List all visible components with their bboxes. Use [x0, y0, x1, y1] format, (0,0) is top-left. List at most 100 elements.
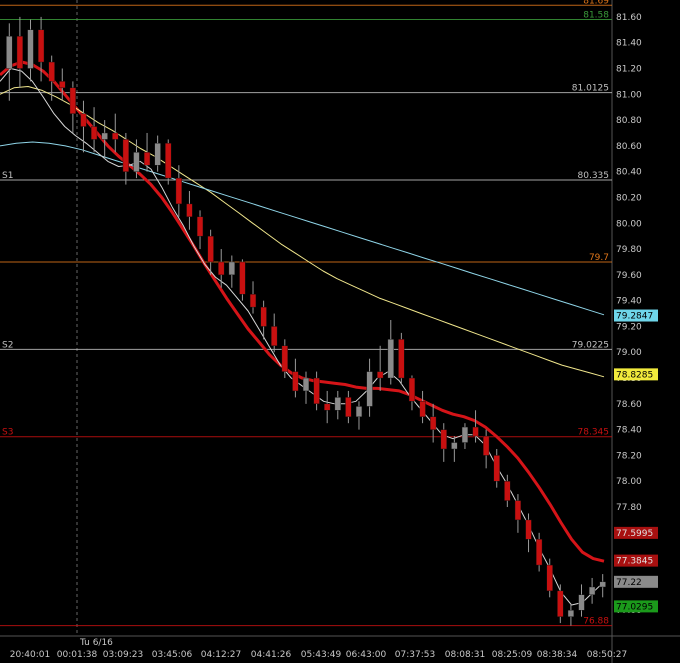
- candle-body[interactable]: [472, 426, 479, 437]
- candle-body[interactable]: [218, 261, 225, 276]
- y-tick-label: 81.20: [616, 64, 642, 74]
- x-tick-label: 06:43:00: [346, 650, 387, 660]
- candle-body[interactable]: [430, 416, 437, 430]
- y-tick-label: 78.00: [616, 477, 642, 487]
- candle-body[interactable]: [154, 143, 161, 166]
- candle-body[interactable]: [588, 586, 596, 595]
- price-chart[interactable]: Tu 6/16 81.60 81.40 81.20 81.00 80.80 80.60 80.…: [0, 0, 680, 663]
- candle-body[interactable]: [143, 152, 151, 166]
- chart-window: Tu 6/16 81.60 81.40 81.20 81.00 80.80 80.60 80.…: [0, 0, 680, 663]
- candle-body[interactable]: [260, 306, 267, 327]
- candle-body[interactable]: [334, 397, 341, 411]
- candle-body[interactable]: [186, 203, 193, 218]
- x-tick-label: 08:38:34: [537, 650, 578, 660]
- y-tick-label: 77.80: [616, 503, 642, 513]
- candle-body[interactable]: [165, 143, 172, 179]
- candle-body[interactable]: [461, 426, 469, 443]
- candle-body[interactable]: [387, 339, 394, 379]
- candle-body[interactable]: [504, 481, 511, 501]
- candle-body[interactable]: [377, 371, 384, 379]
- candle-body[interactable]: [122, 139, 129, 172]
- level-label: 79.7: [589, 253, 609, 263]
- candle-body[interactable]: [483, 435, 490, 456]
- candle-body[interactable]: [281, 345, 288, 372]
- candle-body[interactable]: [196, 216, 204, 237]
- level-name: S3: [2, 428, 13, 438]
- x-tick-label: 04:41:26: [251, 650, 292, 660]
- y-tick-label: 80.40: [616, 168, 642, 178]
- candle-body[interactable]: [493, 455, 500, 482]
- x-tick-label: 08:08:31: [445, 650, 485, 660]
- x-tick-label: 03:45:06: [152, 650, 193, 660]
- candle-body[interactable]: [249, 294, 257, 308]
- level-label: 79.0225: [572, 340, 609, 350]
- level-label: 81.58: [583, 10, 609, 20]
- y-tick-label: 78.40: [616, 426, 642, 436]
- candle-body[interactable]: [546, 564, 553, 592]
- price-badge-label: 77.0295: [616, 602, 653, 612]
- level-label: 76.88: [583, 617, 609, 627]
- y-tick-label: 81.00: [616, 90, 642, 100]
- candle-body[interactable]: [313, 377, 320, 405]
- candle-body[interactable]: [419, 401, 426, 417]
- candle-body[interactable]: [133, 152, 140, 172]
- moving-average-line: [0, 86, 605, 378]
- level-name: S1: [2, 171, 13, 181]
- candle-body[interactable]: [69, 87, 76, 114]
- candle-body[interactable]: [355, 406, 363, 417]
- y-tick-label: 80.00: [616, 219, 642, 229]
- candle-body[interactable]: [37, 29, 45, 63]
- y-tick-label: 79.00: [616, 348, 642, 358]
- x-tick-label: 08:50:27: [587, 650, 627, 660]
- candle-body[interactable]: [514, 500, 522, 521]
- y-tick-label: 79.80: [616, 245, 642, 255]
- candle-body[interactable]: [599, 581, 606, 588]
- y-tick-label: 79.20: [616, 322, 642, 332]
- moving-average-line: [0, 141, 605, 316]
- candle-body[interactable]: [80, 113, 87, 127]
- candle-body[interactable]: [557, 590, 564, 617]
- price-badge-label: 77.22: [616, 578, 642, 588]
- price-badge-label: 77.5995: [616, 529, 653, 539]
- y-tick-label: 79.60: [616, 271, 642, 281]
- candle-body[interactable]: [324, 403, 331, 411]
- candle-body[interactable]: [27, 29, 34, 69]
- candle-body[interactable]: [366, 371, 373, 407]
- level-label: 78.345: [578, 428, 610, 438]
- price-badge-label: 78.8285: [616, 370, 653, 380]
- candle-body[interactable]: [112, 132, 119, 140]
- session-label: Tu 6/16: [79, 638, 113, 648]
- candle-body[interactable]: [440, 429, 447, 450]
- level-label: 81.0125: [572, 84, 609, 94]
- candle-body[interactable]: [59, 81, 66, 89]
- candle-body[interactable]: [207, 235, 214, 263]
- candle-body[interactable]: [48, 61, 55, 82]
- candle-body[interactable]: [239, 261, 246, 295]
- candle-body[interactable]: [292, 371, 299, 392]
- candle-body[interactable]: [536, 539, 543, 566]
- x-tick-label: 04:12:27: [201, 650, 241, 660]
- candle-body[interactable]: [6, 36, 13, 69]
- price-badge-label: 79.2847: [616, 312, 653, 322]
- candle-body[interactable]: [16, 36, 24, 69]
- candle-body[interactable]: [451, 442, 458, 450]
- candle-body[interactable]: [101, 132, 108, 140]
- candle-body[interactable]: [345, 397, 352, 417]
- moving-average-line: [0, 60, 605, 563]
- y-tick-label: 81.60: [616, 13, 642, 23]
- level-label: 80.335: [578, 171, 610, 181]
- candle-body[interactable]: [90, 126, 98, 140]
- y-tick-label: 78.60: [616, 400, 642, 410]
- level-name: S2: [2, 340, 13, 350]
- candle-body[interactable]: [578, 594, 585, 611]
- y-tick-label: 80.60: [616, 142, 642, 152]
- candle-body[interactable]: [567, 610, 575, 617]
- candle-body[interactable]: [525, 519, 532, 540]
- candle-body[interactable]: [271, 326, 278, 346]
- candle-body[interactable]: [398, 339, 405, 379]
- candle-body[interactable]: [302, 377, 310, 392]
- candle-body[interactable]: [228, 261, 235, 276]
- candle-body[interactable]: [175, 177, 182, 205]
- candle-body[interactable]: [408, 377, 416, 402]
- y-tick-label: 81.40: [616, 39, 642, 49]
